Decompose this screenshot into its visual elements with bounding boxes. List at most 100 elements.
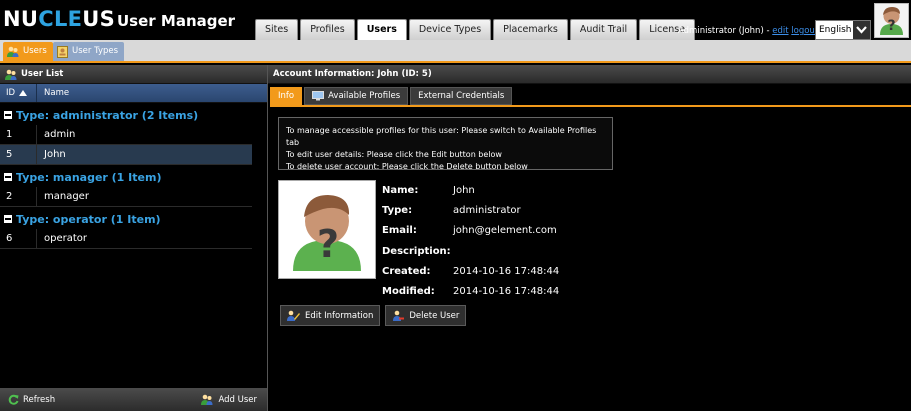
tab-available-profiles[interactable]: Available Profiles xyxy=(304,87,409,105)
detail-label: Description: xyxy=(382,245,451,257)
user-id-cell: 5 xyxy=(0,145,37,164)
tab-external-credentials-label: External Credentials xyxy=(418,91,505,101)
subtab-users-label: Users xyxy=(23,46,47,56)
language-select[interactable]: English xyxy=(815,20,871,40)
detail-label: Created: xyxy=(382,265,431,277)
user-list-panel: User List ID Name Type: administrator (2… xyxy=(0,65,268,411)
edit-icon xyxy=(287,310,300,321)
refresh-button[interactable]: Refresh xyxy=(8,394,55,405)
tab-profiles[interactable]: Profiles xyxy=(300,19,355,40)
collapse-icon[interactable] xyxy=(4,111,12,119)
account-info-title: Account Information: John (ID: 5) xyxy=(273,68,432,79)
user-id-cell: 6 xyxy=(0,229,37,248)
notice-line: To edit user details: Please click the E… xyxy=(286,150,502,159)
svg-text:?: ? xyxy=(887,18,895,34)
table-row[interactable]: 2 manager xyxy=(0,187,252,207)
detail-value: 2014-10-16 17:48:44 xyxy=(453,265,560,277)
table-row[interactable]: 5 John xyxy=(0,145,252,165)
user-list-title: User List xyxy=(21,68,64,79)
user-types-icon xyxy=(57,45,68,58)
notice-line: To delete user account: Please click the… xyxy=(286,162,528,171)
group-label: Type: manager (1 Item) xyxy=(16,170,162,184)
tab-placemarks[interactable]: Placemarks xyxy=(493,19,568,40)
detail-label: Type: xyxy=(382,204,413,216)
detail-value: administrator xyxy=(453,204,521,216)
avatar[interactable]: ? xyxy=(874,3,909,38)
unknown-user-icon: ? xyxy=(283,185,371,274)
user-name-cell: operator xyxy=(44,233,88,244)
user-name-cell: John xyxy=(44,149,66,160)
chevron-down-icon[interactable] xyxy=(853,21,870,39)
group-operator[interactable]: Type: operator (1 Item) xyxy=(0,209,267,229)
table-row[interactable]: 6 operator xyxy=(0,229,252,249)
user-details: Name: John Type: administrator Email: jo… xyxy=(382,180,559,302)
account-actions: Edit Information Delete User xyxy=(280,305,467,326)
add-user-icon xyxy=(201,394,213,405)
monitor-icon xyxy=(312,91,325,101)
sort-ascending-icon xyxy=(19,90,28,96)
detail-type: Type: administrator xyxy=(382,200,559,220)
user-id-cell: 1 xyxy=(0,125,37,144)
subtab-user-types-label: User Types xyxy=(72,46,119,56)
user-name-cell: admin xyxy=(44,129,76,140)
group-label: Type: administrator (2 Items) xyxy=(16,108,199,122)
tab-users[interactable]: Users xyxy=(356,19,407,41)
tab-sites[interactable]: Sites xyxy=(255,19,299,40)
edit-information-button[interactable]: Edit Information xyxy=(280,305,381,326)
current-user-info: Administrator (John) - edit logout xyxy=(678,26,818,36)
tab-info-label: Info xyxy=(278,91,295,101)
detail-email: Email: john@gelement.com xyxy=(382,221,559,241)
detail-label: Name: xyxy=(382,184,419,196)
tab-info[interactable]: Info xyxy=(270,87,303,105)
app-title: User Manager xyxy=(117,12,236,30)
delete-user-icon xyxy=(393,310,405,321)
tab-external-credentials[interactable]: External Credentials xyxy=(410,87,513,105)
tab-device-types[interactable]: Device Types xyxy=(408,19,492,40)
help-notice: To manage accessible profiles for this u… xyxy=(278,117,613,171)
language-value: English xyxy=(819,25,852,35)
refresh-label: Refresh xyxy=(23,394,56,405)
group-manager[interactable]: Type: manager (1 Item) xyxy=(0,167,267,187)
edit-information-label: Edit Information xyxy=(305,310,374,321)
users-icon xyxy=(7,46,19,57)
sub-tab-bar: Users User Types xyxy=(0,40,911,63)
detail-label: Modified: xyxy=(382,286,435,298)
add-user-label: Add User xyxy=(218,394,257,405)
app-header: NUCLEUS User Manager Sites Profiles User… xyxy=(0,0,911,41)
detail-label: Email: xyxy=(382,225,417,237)
subtab-user-types[interactable]: User Types xyxy=(53,42,125,61)
detail-value: John xyxy=(453,184,475,196)
detail-created: Created: 2014-10-16 17:48:44 xyxy=(382,261,559,281)
user-list-icon xyxy=(5,69,17,80)
tab-audit-trail[interactable]: Audit Trail xyxy=(569,19,638,40)
tab-underline xyxy=(270,105,911,107)
table-row[interactable]: 1 admin xyxy=(0,125,252,145)
detail-description: Description: xyxy=(382,241,559,261)
column-name-header[interactable]: Name xyxy=(37,88,69,98)
add-user-button[interactable]: Add User xyxy=(201,394,257,405)
user-photo: ? xyxy=(278,180,376,279)
collapse-icon[interactable] xyxy=(4,173,12,181)
subtab-users[interactable]: Users xyxy=(3,42,53,61)
delete-user-button[interactable]: Delete User xyxy=(385,305,467,326)
notice-line: To manage accessible profiles for this u… xyxy=(286,126,597,147)
main-tabs: Sites Profiles Users Device Types Placem… xyxy=(255,19,697,41)
account-info-header: Account Information: John (ID: 5) xyxy=(268,65,911,84)
svg-text:?: ? xyxy=(317,222,339,266)
group-label: Type: operator (1 Item) xyxy=(16,212,161,226)
column-id-label: ID xyxy=(6,88,16,98)
account-info-panel: Account Information: John (ID: 5) Info A… xyxy=(268,65,911,411)
refresh-icon xyxy=(8,394,19,405)
edit-profile-link[interactable]: edit xyxy=(772,26,788,36)
group-administrator[interactable]: Type: administrator (2 Items) xyxy=(0,105,267,125)
account-tabs: Info Available Profiles External Credent… xyxy=(270,87,513,105)
tab-available-profiles-label: Available Profiles xyxy=(328,91,401,101)
collapse-icon[interactable] xyxy=(4,215,12,223)
column-id-header[interactable]: ID xyxy=(0,84,37,102)
current-user-label: Administrator (John) - xyxy=(678,26,773,36)
nucleus-logo: NUCLEUS xyxy=(3,7,116,31)
user-list-columns: ID Name xyxy=(0,84,267,103)
user-list-footer: Refresh Add User xyxy=(0,388,267,411)
delete-user-label: Delete User xyxy=(409,310,460,321)
user-list-header: User List xyxy=(0,65,267,84)
